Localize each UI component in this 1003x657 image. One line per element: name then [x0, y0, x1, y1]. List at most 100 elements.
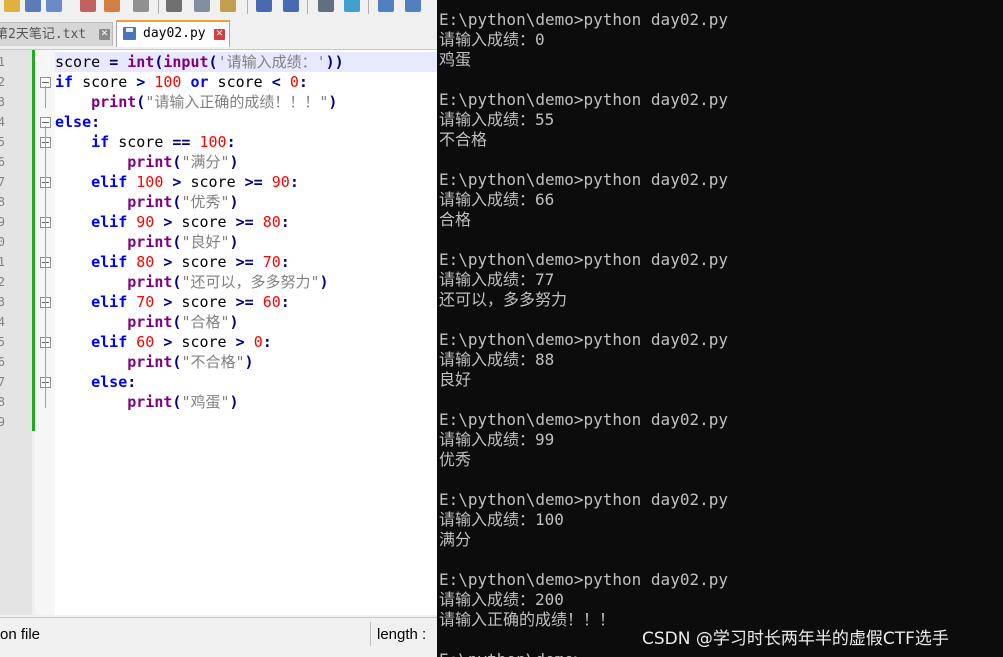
- code-token: elif: [91, 333, 128, 351]
- toolbar-separator: [368, 0, 369, 14]
- console-line: 请输入成绩：200: [439, 590, 564, 609]
- code-line[interactable]: print("优秀"): [55, 192, 437, 212]
- replace-icon[interactable]: [344, 0, 360, 12]
- code-token: >: [136, 73, 146, 91]
- code-token: score: [73, 73, 137, 91]
- console-line: 请输入成绩：88: [439, 350, 555, 369]
- zoom-in-icon[interactable]: [378, 0, 394, 12]
- console-line: 请输入成绩：77: [439, 270, 555, 289]
- redo-icon[interactable]: [283, 0, 299, 12]
- console-line: E:\python\demo>python day02.py: [439, 170, 728, 189]
- code-line[interactable]: else:: [55, 112, 437, 132]
- status-divider: [370, 622, 371, 646]
- code-line[interactable]: print("请输入正确的成绩！！！"): [55, 92, 437, 112]
- code-line[interactable]: print("还可以，多多努力"): [55, 272, 437, 292]
- tab-bar: 第2天笔记.txt ✕ day02.py ✕: [0, 18, 437, 50]
- code-token: 0: [289, 73, 299, 91]
- console-line: 良好: [439, 370, 472, 389]
- code-token: ==: [172, 133, 191, 151]
- paste-icon[interactable]: [220, 0, 236, 12]
- line-number: 2: [0, 75, 5, 89]
- print-icon[interactable]: [133, 0, 149, 12]
- code-token: print: [91, 93, 137, 111]
- code-token: (: [208, 53, 218, 71]
- code-token: 100: [199, 133, 227, 151]
- code-token: >=: [235, 293, 254, 311]
- code-line[interactable]: elif 70 > score >= 60:: [55, 292, 437, 312]
- code-token: score: [55, 53, 110, 71]
- console-line: 请输入成绩：55: [439, 110, 555, 129]
- code-line[interactable]: print("良好"): [55, 232, 437, 252]
- code-token: int: [127, 53, 155, 71]
- tab-day02-py[interactable]: day02.py ✕: [116, 20, 230, 47]
- code-line[interactable]: elif 100 > score >= 90:: [55, 172, 437, 192]
- save-icon[interactable]: [25, 0, 41, 12]
- code-line[interactable]: print("合格"): [55, 312, 437, 332]
- code-line[interactable]: elif 80 > score >= 70:: [55, 252, 437, 272]
- code-line[interactable]: score = int(input('请输入成绩：')): [55, 52, 437, 72]
- code-line[interactable]: else:: [55, 372, 437, 392]
- code-token: print: [127, 353, 173, 371]
- code-token: score: [181, 173, 245, 191]
- save-all-icon[interactable]: [46, 0, 62, 12]
- close-icon[interactable]: [80, 0, 96, 12]
- cut-icon[interactable]: [166, 0, 182, 12]
- code-token: :: [298, 73, 308, 91]
- code-line[interactable]: elif 90 > score >= 80:: [55, 212, 437, 232]
- code-token: print: [127, 313, 173, 331]
- undo-icon[interactable]: [256, 0, 272, 12]
- fold-guide: [45, 86, 46, 108]
- line-number: 8: [0, 195, 5, 209]
- line-number: 9: [0, 215, 5, 229]
- code-token: 80: [136, 253, 155, 271]
- code-line[interactable]: if score > 100 or score < 0:: [55, 72, 437, 92]
- close-all-icon[interactable]: [104, 0, 120, 12]
- code-token: :: [226, 133, 236, 151]
- console-line: 满分: [439, 530, 472, 549]
- toolbar-separator: [247, 0, 248, 14]
- code-line[interactable]: print("不合格"): [55, 352, 437, 372]
- tab-notes-txt[interactable]: 第2天笔记.txt ✕: [0, 22, 113, 46]
- code-token: >=: [235, 213, 254, 231]
- copy-icon[interactable]: [194, 0, 210, 12]
- code-token: 100: [136, 173, 164, 191]
- close-icon[interactable]: ✕: [99, 29, 110, 40]
- code-token: "满分": [181, 153, 230, 171]
- open-file-icon[interactable]: [4, 0, 20, 12]
- code-line[interactable]: if score == 100:: [55, 132, 437, 152]
- code-line[interactable]: print("鸡蛋"): [55, 392, 437, 412]
- code-token: ): [229, 313, 239, 331]
- code-line[interactable]: elif 60 > score > 0:: [55, 332, 437, 352]
- code-token: ): [229, 393, 239, 411]
- code-token: 90: [136, 213, 155, 231]
- code-line[interactable]: [55, 412, 437, 432]
- code-line[interactable]: print("满分"): [55, 152, 437, 172]
- status-length: length :: [377, 626, 427, 643]
- zoom-out-icon[interactable]: [405, 0, 421, 12]
- code-token: 90: [271, 173, 290, 191]
- code-token: ): [244, 353, 254, 371]
- tab-label: day02.py: [143, 26, 206, 41]
- code-token: 80: [262, 213, 281, 231]
- terminal-window[interactable]: E:\python\demo>python day02.py 请输入成绩：0 鸡蛋 E…: [437, 0, 1003, 657]
- code-token: 0: [253, 333, 263, 351]
- code-token: "不合格": [181, 353, 245, 371]
- console-line: E:\python\demo>: [439, 650, 584, 657]
- code-token: (: [136, 93, 146, 111]
- line-number: 6: [0, 155, 5, 169]
- find-icon[interactable]: [318, 0, 334, 12]
- code-editor[interactable]: score = int(input('请输入成绩：')) if score > 1…: [55, 50, 437, 615]
- code-token: 100: [154, 73, 182, 91]
- close-icon[interactable]: ✕: [214, 29, 225, 40]
- console-line: 请输入成绩：66: [439, 190, 555, 209]
- toolbar-separator: [158, 0, 159, 14]
- code-token: score: [172, 333, 236, 351]
